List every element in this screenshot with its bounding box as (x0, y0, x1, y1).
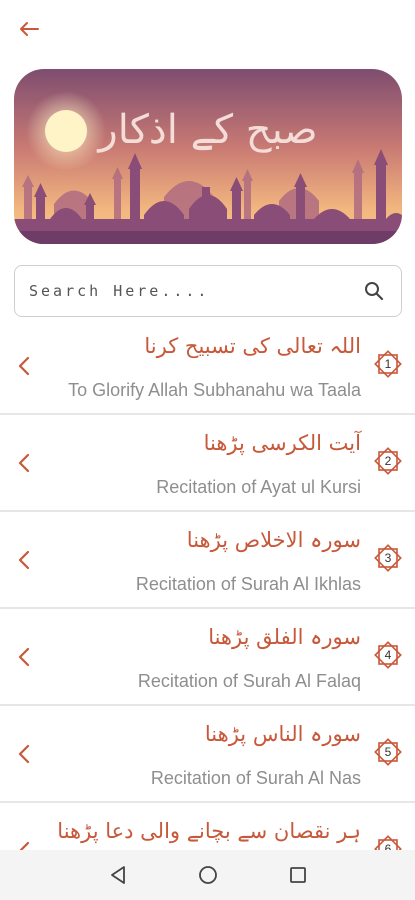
chevron-left-icon (18, 647, 30, 667)
item-number: 2 (384, 454, 392, 468)
number-badge: 1 (372, 348, 404, 380)
list-item[interactable]: سورہ الناس پڑھنا Recitation of Surah Al … (0, 706, 415, 803)
item-number: 1 (384, 357, 392, 371)
list-item[interactable]: ہر نقصان سے بچانے والی دعا پڑھنا 6 (0, 803, 415, 853)
chevron-left-icon (18, 356, 30, 376)
search-bar (14, 265, 402, 317)
item-urdu-title: سورہ الفلق پڑھنا (208, 625, 361, 649)
nav-recents-button[interactable] (286, 863, 310, 887)
recents-square-icon (289, 867, 306, 883)
item-urdu-title: سورہ الاخلاص پڑھنا (186, 528, 361, 552)
item-urdu-title: ہر نقصان سے بچانے والی دعا پڑھنا (57, 819, 361, 843)
list-item[interactable]: سورہ الفلق پڑھنا Recitation of Surah Al … (0, 609, 415, 706)
top-bar (0, 0, 415, 62)
number-badge: 2 (372, 445, 404, 477)
item-number: 5 (384, 745, 392, 759)
adhkar-list: اللہ تعالی کی تسبیح کرنا To Glorify Alla… (0, 318, 415, 853)
item-number: 3 (384, 551, 392, 565)
search-button[interactable] (361, 278, 387, 304)
mosque-sunset-illustration (14, 69, 402, 244)
item-urdu-title: سورہ الناس پڑھنا (204, 722, 361, 746)
home-circle-icon (198, 866, 217, 884)
item-english-title: Recitation of Surah Al Falaq (137, 671, 361, 691)
arrow-left-icon (20, 22, 39, 36)
back-triangle-icon (110, 866, 125, 884)
item-english-title: Recitation of Surah Al Ikhlas (135, 574, 361, 594)
chevron-left-icon (18, 744, 30, 764)
item-urdu-title: اللہ تعالی کی تسبیح کرنا (144, 334, 361, 358)
nav-home-button[interactable] (196, 863, 220, 887)
nav-back-button[interactable] (106, 863, 130, 887)
chevron-left-icon (18, 453, 30, 473)
item-urdu-title: آیت الکرسی پڑھنا (203, 431, 361, 455)
list-item[interactable]: سورہ الاخلاص پڑھنا Recitation of Surah A… (0, 512, 415, 609)
number-badge: 5 (372, 736, 404, 768)
back-button[interactable] (14, 14, 44, 44)
list-item[interactable]: آیت الکرسی پڑھنا Recitation of Ayat ul K… (0, 415, 415, 512)
search-icon (365, 282, 384, 301)
item-number: 4 (384, 648, 392, 662)
item-english-title: Recitation of Surah Al Nas (150, 768, 361, 788)
item-english-title: To Glorify Allah Subhanahu wa Taala (68, 380, 361, 400)
number-badge: 4 (372, 639, 404, 671)
system-navigation-bar (0, 850, 415, 900)
chevron-left-icon (18, 550, 30, 570)
number-badge: 3 (372, 542, 404, 574)
list-item[interactable]: اللہ تعالی کی تسبیح کرنا To Glorify Alla… (0, 318, 415, 415)
morning-adhkar-banner: صبح کے اذکار (14, 69, 402, 244)
item-english-title: Recitation of Ayat ul Kursi (156, 477, 361, 497)
search-input[interactable] (29, 282, 361, 300)
banner-title: صبح کے اذکار (98, 107, 318, 153)
